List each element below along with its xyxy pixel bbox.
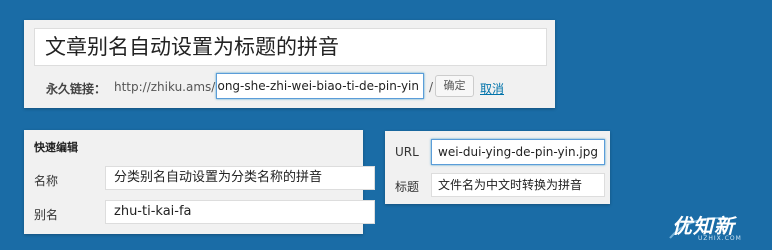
permalink-slug-input[interactable]: zi-dong-she-zhi-wei-biao-ti-de-pin-yin [216,73,424,99]
permalink-base-url: http://zhiku.ams/ [114,80,216,94]
slug-label: 别名 [34,208,59,222]
quick-edit-heading: 快速编辑 [34,141,78,154]
post-title-input[interactable]: 文章别名自动设置为标题的拼音 [34,28,547,66]
media-details-panel: URL wei-dui-ying-de-pin-yin.jpg 标题 文件名为中… [385,131,610,204]
quick-edit-panel: 快速编辑 名称 分类别名自动设置为分类名称的拼音 别名 zhu-ti-kai-f… [24,130,375,234]
permalink-trailing-slash: / [429,80,434,94]
post-title-panel: 文章别名自动设置为标题的拼音 永久链接： http://zhiku.ams/ z… [24,20,555,108]
confirm-button[interactable]: 确定 [435,75,474,97]
name-input[interactable]: 分类别名自动设置为分类名称的拼音 [105,166,375,190]
image-title-label: 标题 [395,180,420,194]
url-input[interactable]: wei-dui-ying-de-pin-yin.jpg [431,139,605,165]
brand-logo: 优知新 UZHIX.COM [668,210,762,244]
url-label: URL [395,145,419,159]
cancel-link[interactable]: 取消 [480,80,504,97]
permalink-label: 永久链接： [46,82,107,96]
brand-domain: UZHIX.COM [698,235,742,242]
image-title-input[interactable]: 文件名为中文时转换为拼音 [431,173,605,197]
slug-input[interactable]: zhu-ti-kai-fa [105,200,375,224]
name-label: 名称 [34,174,59,188]
